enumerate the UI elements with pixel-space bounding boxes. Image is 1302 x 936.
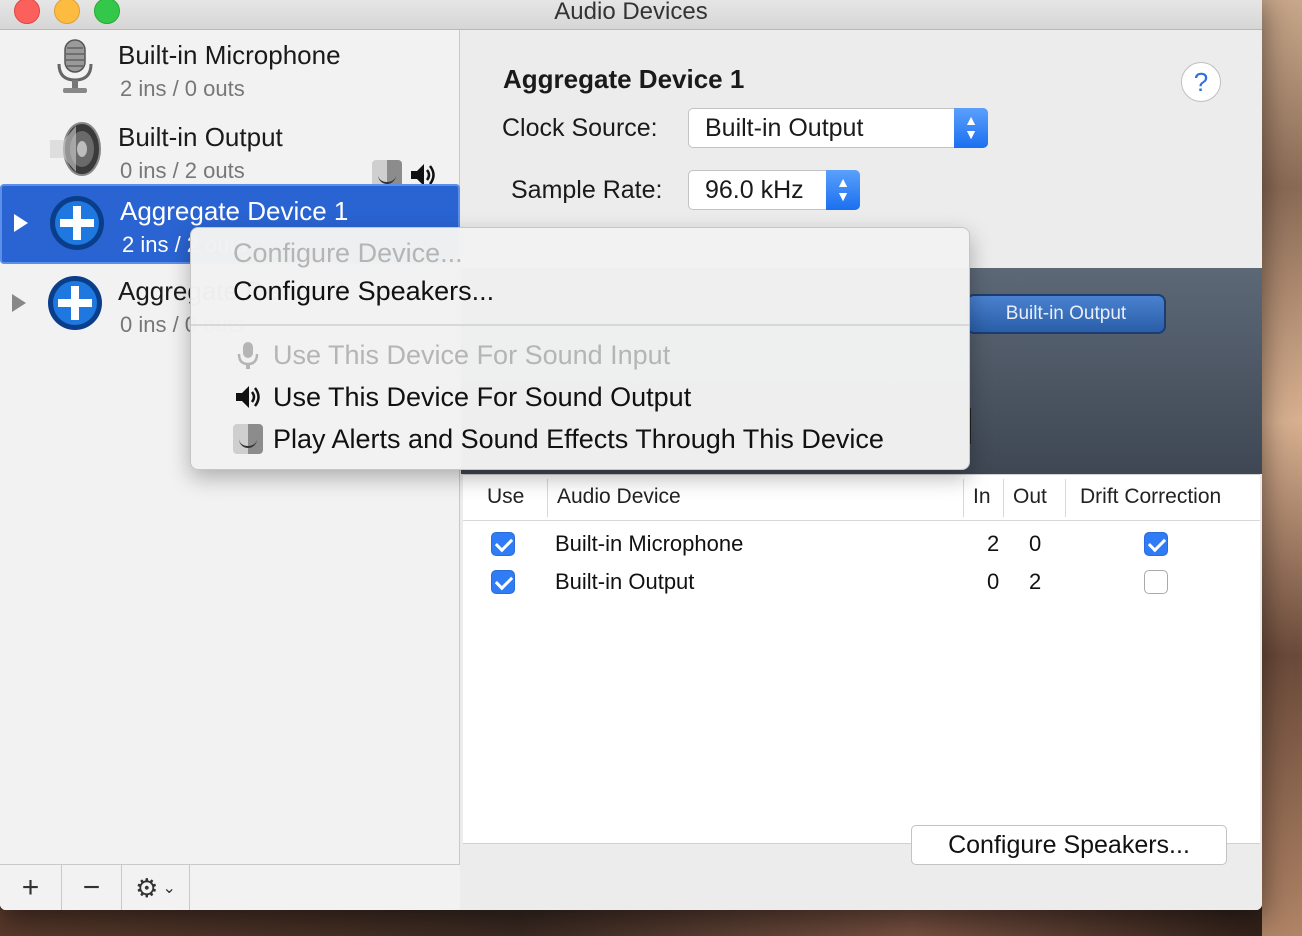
column-header-audio-device[interactable]: Audio Device bbox=[557, 485, 681, 509]
device-row-built-in-output[interactable]: Built-in Output 0 ins / 2 outs bbox=[0, 112, 460, 192]
device-row-built-in-microphone[interactable]: Built-in Microphone 2 ins / 0 outs bbox=[0, 30, 460, 110]
clock-source-label: Clock Source: bbox=[502, 114, 658, 142]
column-header-use[interactable]: Use bbox=[487, 485, 524, 509]
menu-item-use-for-sound-input[interactable]: Use This Device For Sound Input bbox=[273, 340, 670, 371]
title-bar: Audio Devices bbox=[0, 0, 1262, 30]
device-name: Built-in Output bbox=[118, 122, 283, 152]
in-cell: 0 bbox=[987, 569, 1000, 594]
use-checkbox[interactable] bbox=[491, 570, 515, 594]
speaker-icon bbox=[50, 122, 101, 176]
sample-rate-value: 96.0 kHz bbox=[705, 176, 804, 204]
disclosure-triangle-icon[interactable] bbox=[14, 214, 28, 232]
audio-device-cell: Built-in Output bbox=[555, 569, 695, 594]
gear-menu-button[interactable]: ⚙ ⌄ bbox=[122, 865, 190, 910]
disclosure-triangle-icon[interactable] bbox=[12, 294, 26, 312]
aggregate-device-icon bbox=[50, 196, 104, 250]
audio-device-cell: Built-in Microphone bbox=[555, 531, 744, 556]
chevron-down-icon: ⌄ bbox=[162, 880, 176, 897]
gear-icon: ⚙ bbox=[135, 872, 159, 903]
device-io: 0 ins / 2 outs bbox=[120, 158, 245, 183]
context-menu: Configure Device... Configure Speakers..… bbox=[190, 227, 970, 470]
menu-item-play-alerts-through-device[interactable]: Play Alerts and Sound Effects Through Th… bbox=[273, 424, 884, 455]
device-name: Built-in Microphone bbox=[118, 40, 341, 70]
table-header: Use Audio Device In Out Drift Correction bbox=[463, 475, 1260, 521]
microphone-icon bbox=[57, 39, 93, 93]
column-header-out[interactable]: Out bbox=[1013, 485, 1047, 509]
sample-rate-label: Sample Rate: bbox=[511, 176, 663, 204]
chevron-updown-icon: ▲ ▼ bbox=[826, 170, 860, 210]
remove-device-button[interactable]: − bbox=[62, 865, 122, 910]
add-device-button[interactable]: + bbox=[0, 865, 62, 910]
speaker-icon bbox=[236, 386, 260, 408]
menu-item-use-for-sound-output[interactable]: Use This Device For Sound Output bbox=[273, 382, 691, 413]
aggregate-device-icon bbox=[48, 276, 102, 330]
clock-source-value: Built-in Output bbox=[705, 114, 864, 142]
device-title: Aggregate Device 1 bbox=[503, 64, 745, 94]
window-title: Audio Devices bbox=[554, 0, 708, 25]
sample-rate-popup[interactable]: 96.0 kHz ▲ ▼ bbox=[688, 170, 860, 210]
device-name: Aggregate Device 1 bbox=[120, 196, 349, 226]
out-cell: 2 bbox=[1029, 569, 1042, 594]
configure-speakers-button[interactable]: Configure Speakers... bbox=[911, 825, 1227, 865]
in-cell: 2 bbox=[987, 531, 1000, 556]
table-row[interactable]: Built-in Microphone 2 0 bbox=[463, 525, 1260, 563]
column-header-drift-correction[interactable]: Drift Correction bbox=[1080, 485, 1221, 509]
device-detail-pane: Aggregate Device 1 ? Clock Source: Built… bbox=[461, 30, 1262, 910]
device-list-sidebar: Built-in Microphone 2 ins / 0 outs Built… bbox=[0, 30, 460, 910]
menu-separator bbox=[191, 324, 969, 326]
subdevice-table: Use Audio Device In Out Drift Correction… bbox=[463, 474, 1260, 844]
microphone-icon bbox=[237, 342, 259, 369]
drift-correction-checkbox[interactable] bbox=[1144, 532, 1168, 556]
drift-correction-checkbox[interactable] bbox=[1144, 570, 1168, 594]
desktop-background bbox=[1262, 0, 1302, 936]
menu-item-configure-device[interactable]: Configure Device... bbox=[233, 238, 463, 269]
clock-master-pill[interactable]: Built-in Output bbox=[966, 294, 1166, 334]
table-row[interactable]: Built-in Output 0 2 bbox=[463, 563, 1260, 601]
device-io: 2 ins / 0 outs bbox=[120, 76, 245, 101]
out-cell: 0 bbox=[1029, 531, 1042, 556]
chevron-updown-icon: ▲ ▼ bbox=[954, 108, 988, 148]
menu-item-configure-speakers[interactable]: Configure Speakers... bbox=[233, 276, 494, 307]
column-header-in[interactable]: In bbox=[973, 485, 991, 509]
help-button[interactable]: ? bbox=[1181, 62, 1221, 102]
clock-source-popup[interactable]: Built-in Output ▲ ▼ bbox=[688, 108, 988, 148]
finder-icon bbox=[233, 424, 263, 454]
sidebar-footer: + − ⚙ ⌄ bbox=[0, 864, 460, 910]
use-checkbox[interactable] bbox=[491, 532, 515, 556]
